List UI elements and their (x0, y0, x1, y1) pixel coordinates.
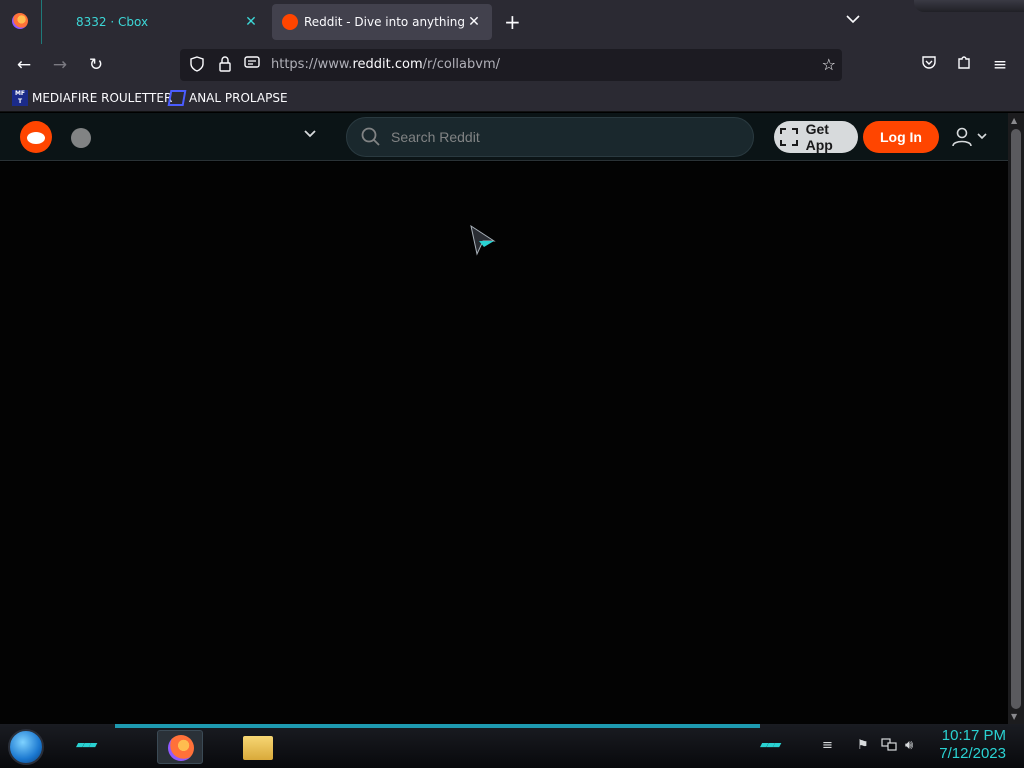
folder-icon (243, 736, 273, 760)
user-menu-icon[interactable] (952, 127, 990, 151)
action-center-flag-icon[interactable]: ⚑ (857, 738, 869, 753)
system-clock[interactable]: 10:17 PM 7/12/2023 (930, 727, 1006, 763)
reddit-search-box[interactable] (346, 117, 754, 157)
pocket-icon[interactable] (918, 54, 940, 76)
bookmark-mediafire[interactable]: MF T MEDIAFIRE ROULETTER (12, 90, 172, 106)
hamburger-menu-icon[interactable]: ≡ (989, 54, 1011, 76)
qr-code-icon (780, 128, 798, 146)
tab-strip: 8332 · Cbox ✕ Reddit - Dive into anythin… (0, 0, 1024, 44)
reddit-header: Get App Log In (0, 113, 1008, 161)
shield-icon[interactable] (189, 56, 205, 76)
reddit-logo-icon[interactable] (20, 121, 52, 153)
community-avatar (71, 128, 91, 148)
chevron-decoration-icon: ▰▰▰ (76, 738, 97, 751)
taskbar-accent-line (115, 724, 760, 728)
url-bar[interactable]: https://www.reddit.com/r/collabvm/ ☆ (180, 49, 842, 81)
start-button-orb[interactable] (8, 729, 44, 765)
extensions-puzzle-icon[interactable] (953, 54, 975, 76)
page-content (0, 162, 1008, 724)
new-tab-icon[interactable]: + (504, 12, 521, 32)
tab-reddit[interactable]: Reddit - Dive into anything ✕ (272, 4, 492, 40)
scrollbar-thumb[interactable] (1011, 129, 1021, 709)
sigma-icon (167, 90, 187, 106)
network-icon[interactable] (881, 738, 897, 756)
scroll-up-arrow-icon[interactable]: ▲ (1011, 116, 1017, 125)
firefox-menu-icon[interactable] (12, 13, 28, 29)
bookmark-label: ANAL PROLAPSE (189, 91, 288, 105)
tab-title: 8332 · Cbox (76, 15, 149, 29)
taskbar: ▰▰▰ ▰▰▰ ≡ ⚑ 🔊︎ 10:17 PM 7/12/2023 (0, 724, 1024, 768)
close-tab-icon[interactable]: ✕ (243, 14, 259, 30)
mediafire-icon: MF T (12, 90, 28, 106)
lock-icon[interactable] (218, 56, 232, 76)
close-tab-icon[interactable]: ✕ (466, 14, 482, 30)
bookmark-star-icon[interactable]: ☆ (822, 55, 836, 74)
reddit-favicon-icon (282, 14, 298, 30)
taskbar-file-explorer[interactable] (238, 730, 284, 764)
search-input[interactable] (391, 127, 731, 147)
tab-separator (41, 0, 42, 44)
search-icon (361, 127, 380, 146)
url-text: https://www.reddit.com/r/collabvm/ (271, 57, 500, 72)
mouse-cursor-icon (470, 225, 496, 256)
bookmarks-toolbar: MF T MEDIAFIRE ROULETTER ANAL PROLAPSE (0, 86, 1024, 112)
log-in-button[interactable]: Log In (863, 121, 939, 153)
list-all-tabs-chevron-icon[interactable] (846, 12, 860, 28)
back-arrow-icon[interactable]: ← (13, 54, 35, 76)
forward-arrow-icon[interactable]: → (49, 54, 71, 76)
window-frame-decoration (914, 0, 1024, 12)
page-info-icon[interactable] (244, 56, 260, 74)
volume-icon[interactable]: 🔊︎ (905, 738, 913, 753)
community-dropdown-chevron-icon[interactable] (303, 127, 317, 143)
navigation-toolbar: ← → ↻ https://www.reddit.com/r/collabvm/… (0, 44, 1024, 86)
firefox-icon (168, 735, 194, 761)
show-hidden-icons-icon[interactable]: ≡ (822, 738, 833, 753)
scroll-down-arrow-icon[interactable]: ▼ (1011, 712, 1017, 721)
taskbar-firefox[interactable] (157, 730, 203, 764)
clock-date: 7/12/2023 (939, 745, 1006, 762)
bookmark-second[interactable]: ANAL PROLAPSE (167, 90, 288, 106)
page-scrollbar[interactable]: ▲ ▼ (1008, 113, 1024, 724)
tab-cbox[interactable]: 8332 · Cbox ✕ (44, 4, 269, 40)
bookmark-label: MEDIAFIRE ROULETTER (32, 91, 173, 105)
reload-icon[interactable]: ↻ (85, 54, 107, 76)
tab-title: Reddit - Dive into anything (304, 15, 466, 29)
get-app-button[interactable]: Get App (774, 121, 858, 153)
get-app-label: Get App (805, 121, 833, 153)
chevron-decoration-icon: ▰▰▰ (760, 738, 781, 751)
clock-time: 10:17 PM (941, 727, 1006, 744)
